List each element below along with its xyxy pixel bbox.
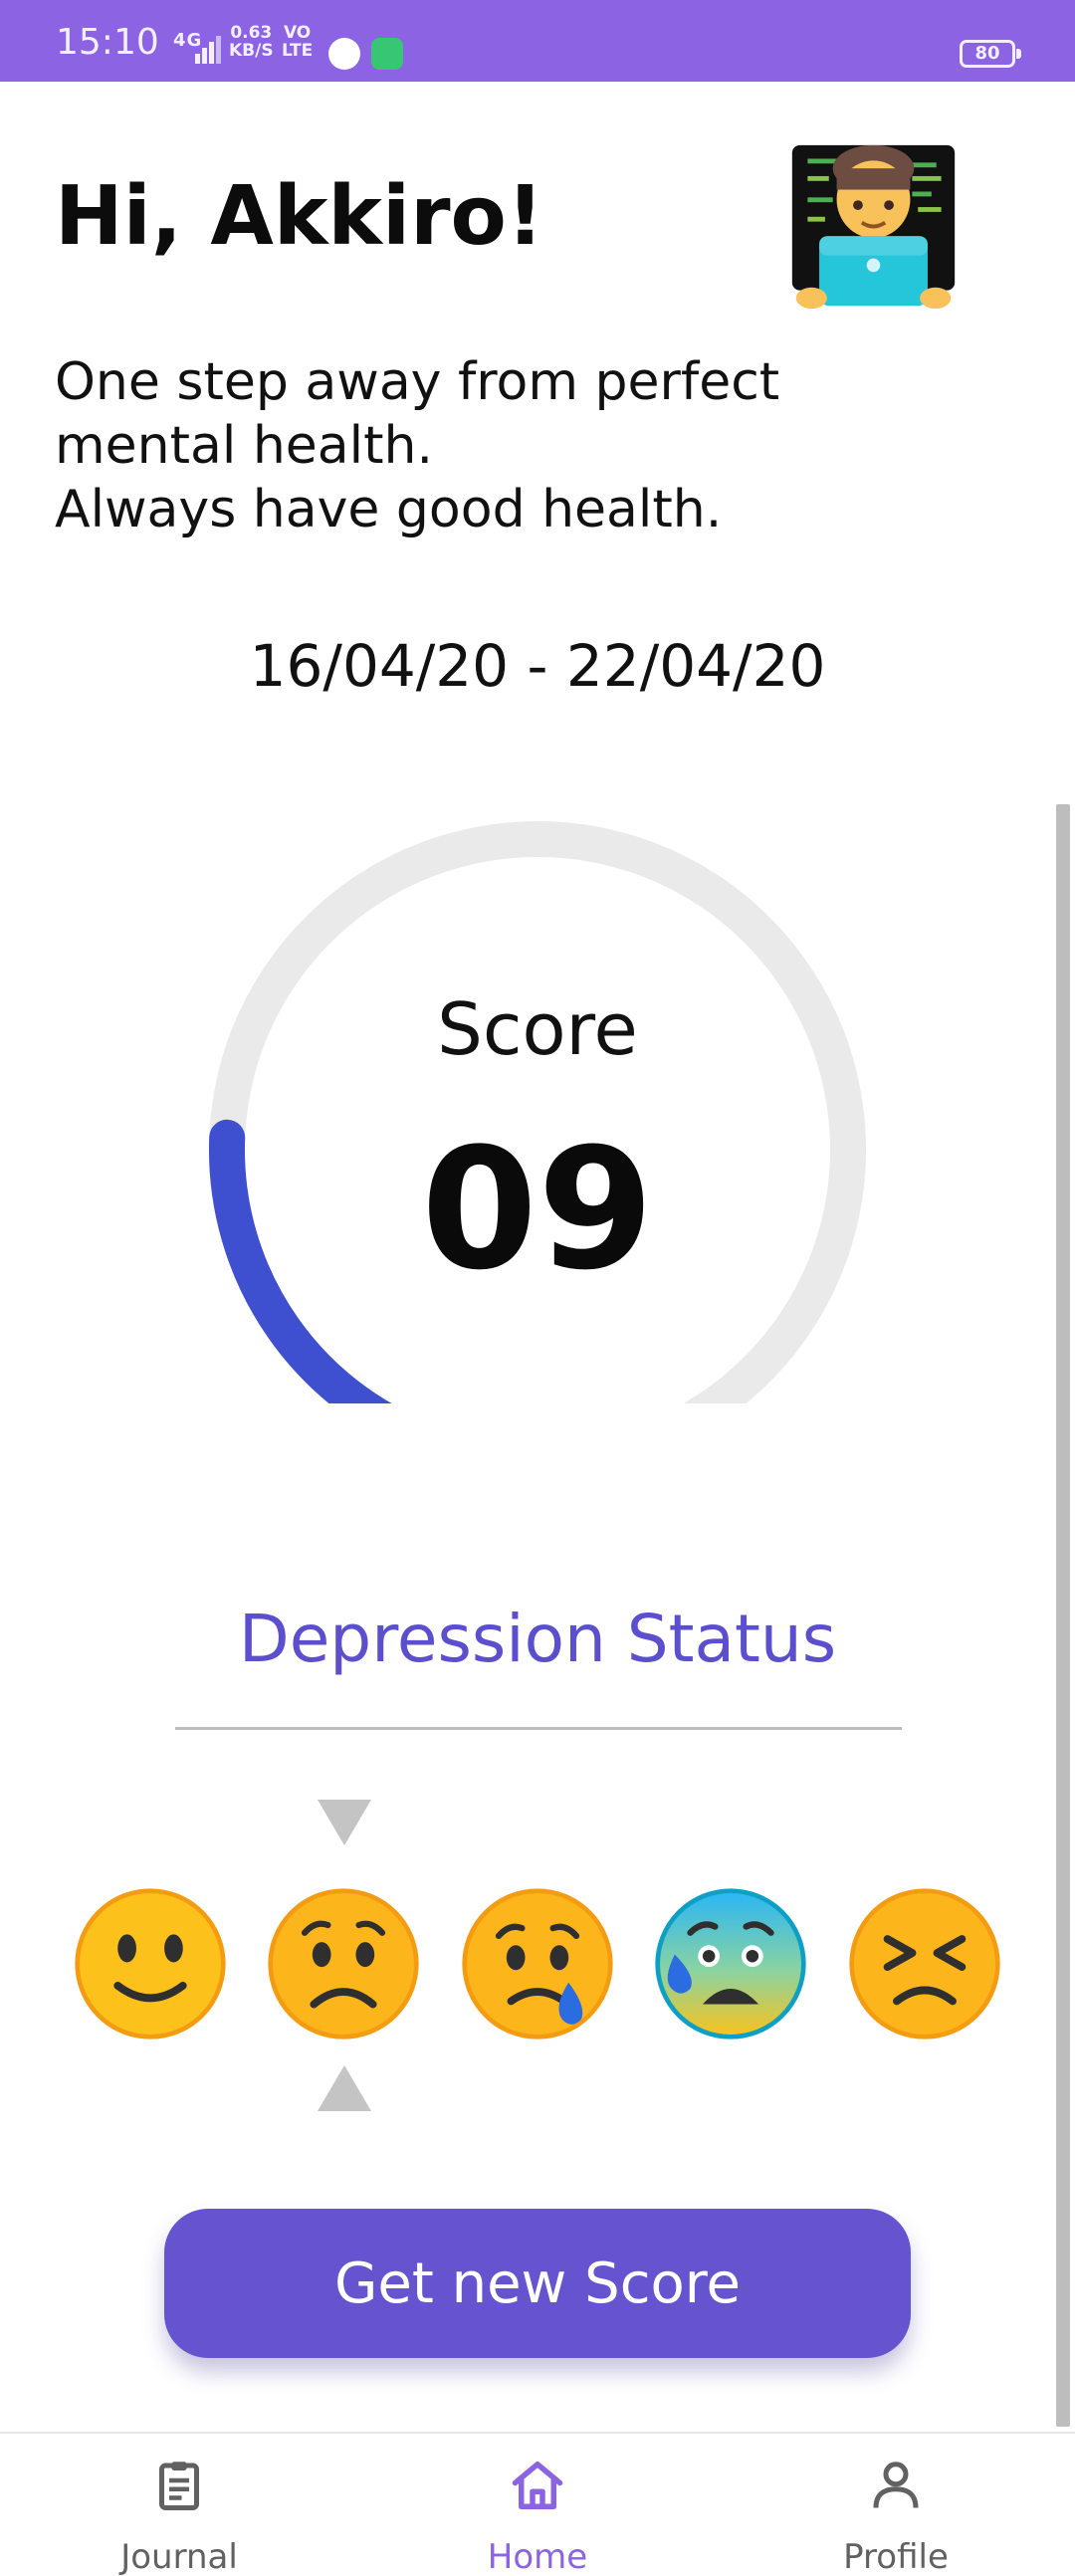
- battery-level: 80: [974, 43, 1000, 64]
- bottom-navigation: Journal Home Profile: [0, 2432, 1075, 2576]
- signal-icon: [195, 36, 221, 64]
- volte-bottom: LTE: [282, 41, 314, 61]
- selected-indicator-bottom: [318, 2065, 371, 2111]
- nav-label-journal: Journal: [120, 2537, 238, 2576]
- nav-item-profile[interactable]: Profile: [717, 2434, 1075, 2576]
- home-icon: [512, 2462, 563, 2509]
- score-gauge: [208, 821, 866, 1403]
- nav-item-journal[interactable]: Journal: [0, 2434, 358, 2576]
- greeting-title: Hi, Akkiro!: [55, 169, 544, 264]
- status-time: 15:10: [56, 22, 159, 63]
- get-new-score-button[interactable]: Get new Score: [164, 2209, 911, 2358]
- volte-indicator: VO LTE: [282, 24, 313, 60]
- subtitle-line-2: Always have good health.: [55, 480, 723, 539]
- technologist-emoji-icon: [791, 144, 956, 310]
- crying-face-icon: [462, 1888, 613, 2039]
- divider: [175, 1727, 902, 1730]
- slightly-smiling-face-icon: [75, 1888, 226, 2039]
- network-speed: 0.63 KB/S: [229, 24, 274, 60]
- nav-label-home: Home: [487, 2537, 588, 2576]
- confounded-face-icon: [849, 1888, 1000, 2039]
- depression-status-heading: Depression Status: [238, 1601, 837, 1677]
- notification-app-icon: [328, 38, 360, 70]
- person-icon: [873, 2462, 919, 2508]
- worried-face-icon: [268, 1888, 419, 2039]
- subtitle: One step away from perfect mental health…: [55, 350, 951, 541]
- nav-label-profile: Profile: [843, 2537, 949, 2576]
- selected-indicator-top: [318, 1800, 371, 1845]
- chat-app-icon: [371, 38, 403, 70]
- volte-top: VO: [283, 23, 312, 43]
- date-range: 16/04/20 - 22/04/20: [249, 632, 826, 700]
- speed-value: 0.63: [230, 23, 273, 43]
- score-label: Score: [437, 987, 638, 1071]
- subtitle-line-1: One step away from perfect mental health…: [55, 352, 780, 476]
- score-value: 09: [421, 1112, 654, 1307]
- speed-unit: KB/S: [229, 41, 274, 61]
- anxious-face-with-sweat-icon: [655, 1888, 806, 2039]
- nav-item-home[interactable]: Home: [358, 2434, 717, 2576]
- battery-icon: 80: [960, 40, 1021, 68]
- status-bar: 15:10 4G 0.63 KB/S VO LTE 80: [0, 0, 1075, 82]
- clipboard-icon: [159, 2462, 199, 2510]
